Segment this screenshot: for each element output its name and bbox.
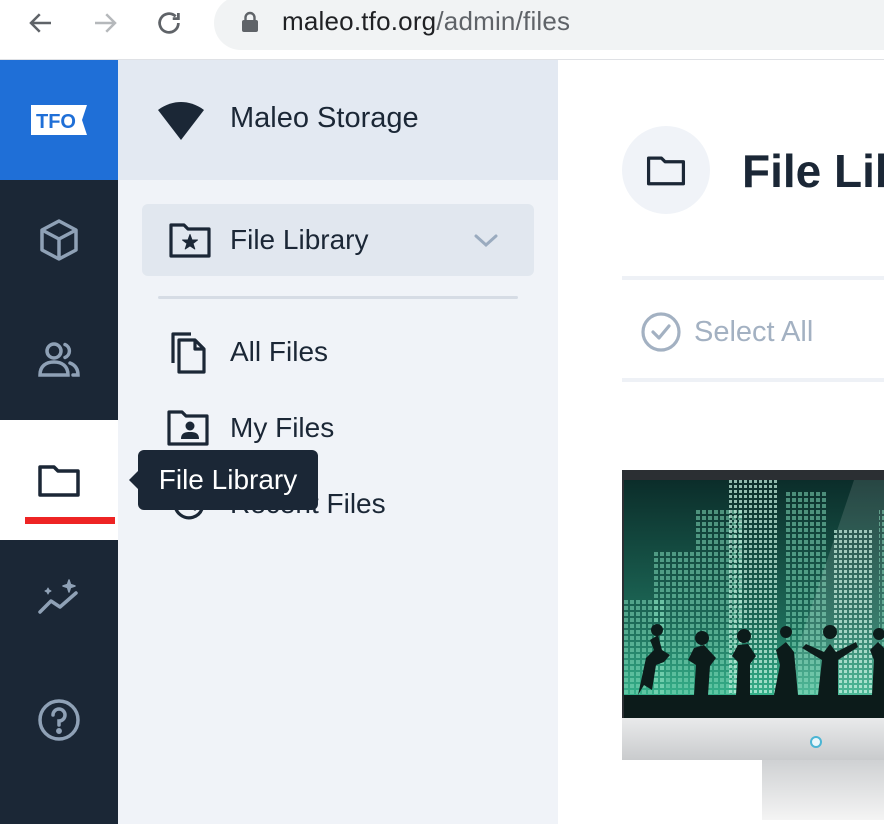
reload-icon bbox=[158, 12, 180, 34]
monitor-stand bbox=[762, 760, 884, 820]
help-icon bbox=[38, 699, 80, 741]
back-button[interactable] bbox=[24, 6, 58, 40]
title-icon-badge bbox=[622, 126, 710, 214]
tooltip-file-library: File Library bbox=[129, 450, 318, 510]
starred-folder-icon bbox=[169, 223, 211, 258]
rail-item-analytics[interactable] bbox=[0, 540, 118, 660]
thumbnail-image bbox=[624, 480, 884, 718]
lock-icon bbox=[242, 11, 258, 32]
page-title: File Library bbox=[742, 145, 884, 197]
toolbar-divider-bottom bbox=[622, 378, 884, 382]
file-thumbnail[interactable] bbox=[622, 470, 884, 824]
check-circle-icon bbox=[641, 312, 681, 352]
nav-item-my-files[interactable]: My Files bbox=[166, 400, 526, 456]
url-host: maleo.tfo.org bbox=[282, 6, 437, 36]
reload-button[interactable] bbox=[152, 6, 186, 40]
maleo-logo-icon bbox=[158, 102, 204, 140]
nav-item-label: My Files bbox=[230, 412, 335, 443]
svg-text:TFO: TFO bbox=[36, 111, 76, 133]
user-folder-icon bbox=[167, 410, 209, 446]
power-indicator bbox=[810, 736, 822, 748]
arrow-left-icon bbox=[29, 13, 51, 33]
select-all-label: Select All bbox=[694, 315, 814, 348]
analytics-icon bbox=[38, 579, 78, 614]
monitor-chin bbox=[622, 718, 884, 760]
address-bar[interactable]: maleo.tfo.org/admin/files bbox=[214, 0, 884, 50]
brand-name: Maleo Storage bbox=[230, 102, 419, 134]
files-icon bbox=[171, 332, 206, 374]
rail-item-packages[interactable] bbox=[0, 180, 118, 300]
concert-silhouette-image bbox=[624, 480, 884, 718]
rail-item-users[interactable] bbox=[0, 300, 118, 420]
users-icon bbox=[38, 342, 80, 377]
url-path: /admin/files bbox=[436, 6, 571, 36]
rail-item-help[interactable] bbox=[0, 660, 118, 780]
main-content: File Library Select All bbox=[558, 60, 884, 824]
browser-toolbar: maleo.tfo.org/admin/files bbox=[0, 0, 884, 60]
cube-icon bbox=[40, 219, 78, 261]
chevron-down-icon bbox=[474, 234, 498, 248]
toolbar-divider-top bbox=[622, 276, 884, 280]
nav-item-label: All Files bbox=[230, 336, 329, 367]
tfo-logo-mark: TFO bbox=[31, 105, 87, 135]
side-panel: Maleo Storage File Library All Files My … bbox=[118, 60, 558, 824]
tfo-logo[interactable]: TFO bbox=[0, 60, 118, 180]
panel-header: Maleo Storage bbox=[118, 60, 558, 180]
section-dropdown[interactable]: File Library bbox=[142, 204, 534, 276]
url-text: maleo.tfo.org/admin/files bbox=[282, 6, 570, 37]
folder-icon bbox=[38, 465, 80, 497]
folder-icon bbox=[646, 156, 686, 186]
forward-button[interactable] bbox=[88, 6, 122, 40]
select-all-button[interactable]: Select All bbox=[640, 310, 813, 354]
section-dropdown-label: File Library bbox=[230, 224, 369, 255]
icon-rail: TFO bbox=[0, 60, 118, 824]
nav-item-all-files[interactable]: All Files bbox=[166, 324, 526, 380]
rail-item-files[interactable] bbox=[0, 420, 118, 540]
panel-divider bbox=[158, 296, 518, 299]
active-indicator bbox=[25, 517, 115, 524]
arrow-right-icon bbox=[95, 13, 117, 33]
